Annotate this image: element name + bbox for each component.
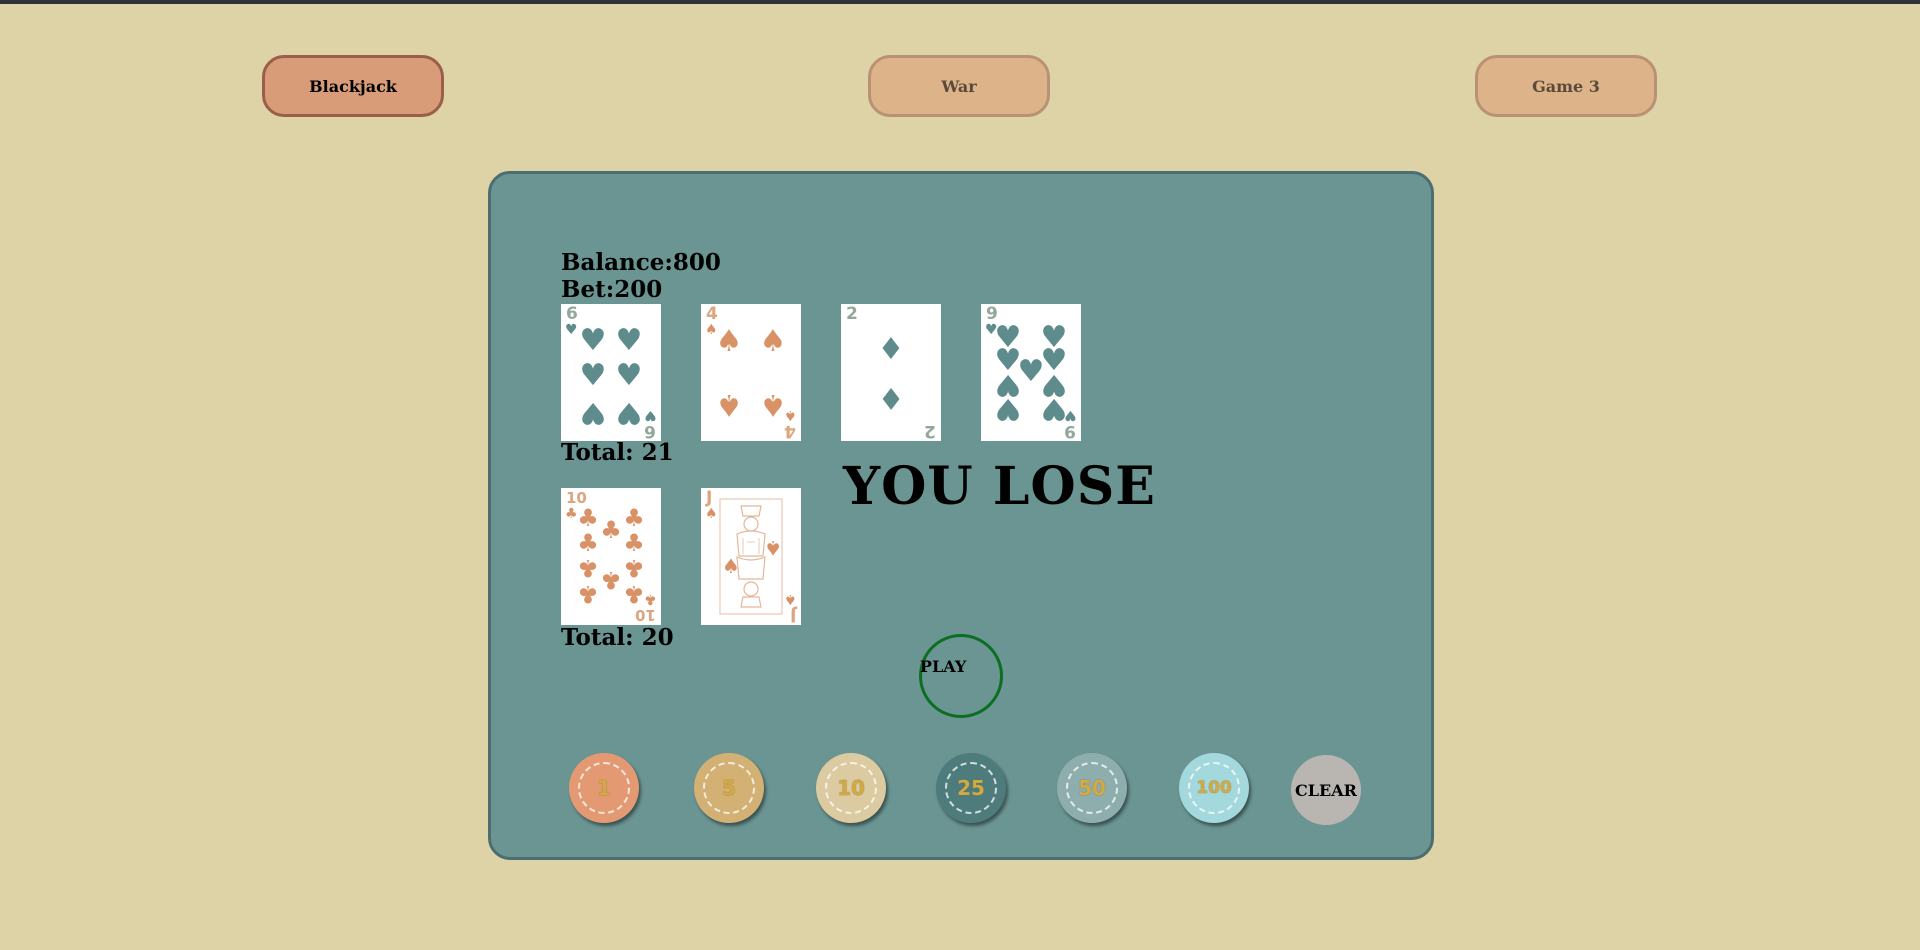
card-rank: 4 [784,421,796,441]
card-rank: J [706,488,713,508]
game-result: YOU LOSE [843,456,1156,517]
club-icon: ♣ [600,516,622,544]
chip-value: 25 [957,776,985,800]
spade-icon: ♠ [784,591,797,607]
club-icon: ♣ [623,580,645,608]
card-rank: 2 [924,421,936,441]
player-total: Total: 20 [561,624,674,651]
heart-icon: ♥ [615,358,643,393]
heart-icon: ♥ [615,323,643,358]
chip-25[interactable]: 25 [936,753,1006,823]
balance-label: Balance:800 [561,249,721,276]
spade-icon: ♠ [715,387,743,422]
play-label: PLAY [920,657,967,676]
chip-value: 5 [722,776,736,800]
chip-1[interactable]: 1 [569,753,639,823]
club-icon: ♣ [600,566,622,594]
chip-10[interactable]: 10 [816,753,886,823]
club-icon: ♣ [565,506,578,522]
clear-button[interactable]: CLEAR [1291,755,1361,825]
heart-icon: ♥ [579,395,607,430]
card-jack-of-spades: J ♠ ♠ ♠ ♠ J [701,488,801,625]
chip-value: 50 [1078,776,1106,800]
diamond-icon: ♦ [877,332,905,367]
card-4-of-spades: 4 ♠ ♠ ♠ ♠ ♠ ♠ 4 [701,304,801,441]
game-table: Balance:800 Bet:200 6 ♥ ♥ ♥ ♥ ♥ ♥ ♥ ♥ 6 … [488,171,1434,860]
diamond-icon: ♦ [877,380,905,415]
heart-icon: ♥ [579,358,607,393]
card-rank: J [789,605,796,625]
card-6-of-hearts: 6 ♥ ♥ ♥ ♥ ♥ ♥ ♥ ♥ 6 [561,304,661,441]
spade-icon: ♠ [764,536,782,560]
chip-50[interactable]: 50 [1057,753,1127,823]
card-rank: 10 [635,606,656,624]
card-rank: 6 [566,304,578,324]
play-button[interactable]: PLAY [919,634,1003,718]
club-icon: ♣ [644,591,657,607]
chip-value: 100 [1196,778,1232,798]
chip-100[interactable]: 100 [1179,753,1249,823]
heart-icon: ♥ [994,391,1022,426]
card-10-of-clubs: 10 ♣ ♣ ♣ ♣ ♣ ♣ ♣ ♣ ♣ ♣ ♣ ♣ 10 [561,488,661,625]
dealer-total: Total: 21 [561,439,674,466]
card-2-of-diamonds: 2 ♦ ♦ 2 [841,304,941,441]
spade-icon: ♠ [715,324,743,359]
heart-icon: ♥ [1064,407,1077,423]
spade-icon: ♠ [705,506,718,522]
tab-war[interactable]: War [868,55,1050,117]
card-rank: 9 [1064,421,1076,441]
chip-value: 1 [597,776,611,800]
heart-icon: ♥ [579,323,607,358]
spade-icon: ♠ [759,387,787,422]
bet-label: Bet:200 [561,276,663,303]
tab-blackjack[interactable]: Blackjack [262,55,444,117]
spade-icon: ♠ [759,324,787,359]
card-rank: 6 [644,421,656,441]
tab-game-3[interactable]: Game 3 [1475,55,1657,117]
spade-icon: ♠ [784,407,797,423]
heart-icon: ♥ [644,407,657,423]
card-9-of-hearts: 9 ♥ ♥ ♥ ♥ ♥ ♥ ♥ ♥ ♥ ♥ ♥ 9 [981,304,1081,441]
club-icon: ♣ [577,580,599,608]
heart-icon: ♥ [615,395,643,430]
spade-icon: ♠ [722,554,740,578]
card-rank: 4 [706,304,718,324]
heart-icon: ♥ [565,322,578,338]
card-rank: 2 [846,304,858,324]
chip-5[interactable]: 5 [694,753,764,823]
chip-value: 10 [837,776,865,800]
